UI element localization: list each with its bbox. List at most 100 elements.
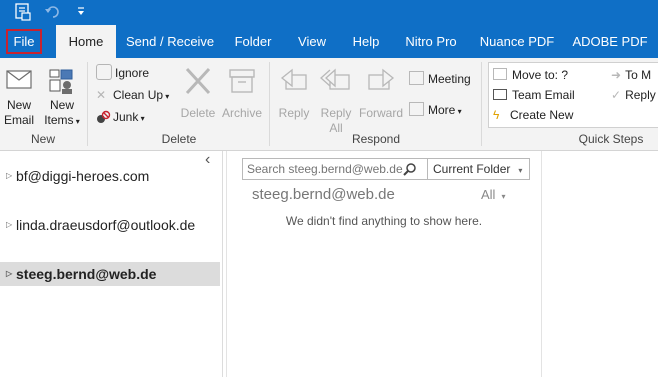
clean-up-icon: ✕ xyxy=(96,88,107,102)
dropdown-arrow-icon: ▾ xyxy=(501,192,506,201)
dropdown-arrow-icon: ▾ xyxy=(138,114,145,123)
new-items-label-2: Items ▾ xyxy=(42,113,82,129)
quick-step-team-email[interactable]: Team Email xyxy=(493,87,575,103)
new-email-button[interactable]: New Email xyxy=(2,66,36,132)
delete-label: Delete xyxy=(180,106,216,120)
account-item-selected[interactable]: ▷ steeg.bernd@web.de xyxy=(0,262,220,286)
expand-arrow-icon[interactable]: ▷ xyxy=(6,213,12,237)
tab-help[interactable]: Help xyxy=(346,25,386,58)
new-items-label-text: Items xyxy=(44,113,74,127)
forward-icon xyxy=(368,68,395,90)
clean-up-label: Clean Up xyxy=(113,88,164,102)
new-email-label-2: Email xyxy=(3,113,34,127)
reply-delete-icon: ✓ xyxy=(611,88,622,102)
reply-icon xyxy=(280,68,307,90)
forward-button[interactable]: Forward xyxy=(358,66,404,132)
search-icon[interactable] xyxy=(403,162,417,176)
ignore-label: Ignore xyxy=(115,66,150,80)
quick-step-to-manager[interactable]: ➜ To M xyxy=(611,67,651,83)
expand-arrow-icon[interactable]: ▷ xyxy=(6,262,12,286)
account-item[interactable]: ▷ linda.draeusdorf@outlook.de xyxy=(0,213,220,237)
filter-label: All xyxy=(481,187,496,202)
reply-button[interactable]: Reply xyxy=(276,66,312,132)
dropdown-arrow-icon: ▾ xyxy=(73,117,80,126)
group-label-delete: Delete xyxy=(161,132,197,146)
tab-adobe-pdf[interactable]: ADOBE PDF xyxy=(572,25,648,58)
undo-icon[interactable] xyxy=(44,4,60,20)
tab-nuance-pdf[interactable]: Nuance PDF xyxy=(478,25,556,58)
reply-all-icon xyxy=(320,68,350,90)
tab-view[interactable]: View xyxy=(292,25,332,58)
team-email-label: Team Email xyxy=(512,88,575,102)
new-items-button[interactable]: New Items ▾ xyxy=(42,66,82,132)
move-to-icon xyxy=(493,68,507,80)
new-items-icon xyxy=(49,69,73,94)
forward-label: Forward xyxy=(358,106,403,120)
more-label: More xyxy=(428,103,456,117)
tab-folder[interactable]: Folder xyxy=(229,25,277,58)
group-separator xyxy=(269,62,270,146)
account-name: linda.draeusdorf@outlook.de xyxy=(16,217,196,233)
new-items-label-1: New xyxy=(49,98,74,112)
empty-list-message: We didn't find anything to show here. xyxy=(285,214,483,228)
to-manager-label: To M xyxy=(625,68,652,82)
folder-title: steeg.bernd@web.de xyxy=(252,186,395,203)
account-name: steeg.bernd@web.de xyxy=(16,266,157,282)
tab-file[interactable]: File xyxy=(2,25,46,58)
customize-toolbar-icon[interactable] xyxy=(76,6,86,18)
new-email-label-1: New xyxy=(6,98,31,112)
dropdown-arrow-icon: ▾ xyxy=(518,166,523,175)
filter-dropdown[interactable]: All ▾ xyxy=(481,187,505,202)
title-bar xyxy=(0,0,658,25)
app-quick-icon[interactable] xyxy=(14,3,32,21)
tab-nitro-pro[interactable]: Nitro Pro xyxy=(401,25,461,58)
search-scope-label: Current Folder xyxy=(433,162,511,176)
reply-label: Reply xyxy=(278,106,310,120)
search-input[interactable] xyxy=(243,159,407,179)
search-divider xyxy=(427,159,428,179)
delete-button[interactable]: Delete xyxy=(178,66,218,132)
dropdown-arrow-icon: ▾ xyxy=(455,107,462,116)
delete-icon xyxy=(185,67,211,95)
move-to-label: Move to: ? xyxy=(512,68,569,82)
account-item[interactable]: ▷ bf@diggi-heroes.com xyxy=(0,164,220,188)
group-label-quick-steps: Quick Steps xyxy=(578,132,644,146)
tab-send-receive[interactable]: Send / Receive xyxy=(126,25,214,58)
clean-up-button[interactable]: ✕ Clean Up ▾ xyxy=(96,87,169,105)
archive-button[interactable]: Archive xyxy=(220,66,264,132)
tab-home[interactable]: Home xyxy=(56,25,116,58)
meeting-icon xyxy=(409,71,424,85)
expand-arrow-icon[interactable]: ▷ xyxy=(6,164,12,188)
junk-button[interactable]: Junk ▾ xyxy=(96,109,145,127)
team-email-icon xyxy=(493,89,507,100)
quick-steps-gallery: Move to: ? Team Email ϟ Create New ➜ To M … xyxy=(488,62,658,128)
reply-all-button[interactable]: Reply All xyxy=(316,66,356,135)
archive-label: Archive xyxy=(221,106,262,120)
reply-all-label-1: Reply xyxy=(320,106,352,120)
group-separator xyxy=(481,62,482,146)
group-separator xyxy=(87,62,88,146)
lightning-icon: ϟ xyxy=(493,108,500,122)
new-email-icon xyxy=(6,70,32,89)
ignore-icon xyxy=(96,64,112,80)
quick-step-reply-delete[interactable]: ✓ Reply xyxy=(611,87,656,103)
dropdown-arrow-icon: ▾ xyxy=(163,92,170,101)
meeting-button[interactable]: Meeting xyxy=(409,71,471,87)
quick-step-create-new[interactable]: ϟ Create New xyxy=(493,107,573,123)
folder-pane: ‹ ▷ bf@diggi-heroes.com ▷ linda.draeusdo… xyxy=(0,151,223,377)
create-new-label: Create New xyxy=(510,108,574,122)
reply-delete-label: Reply xyxy=(625,88,656,102)
message-list: Current Folder▾ steeg.bernd@web.de All▾ … xyxy=(226,151,542,377)
more-icon xyxy=(409,102,424,116)
quick-step-move-to[interactable]: Move to: ? xyxy=(493,67,568,83)
more-respond-button[interactable]: More ▾ xyxy=(409,102,462,120)
ribbon-tab-bar: File Home Send / Receive Folder View Hel… xyxy=(0,25,658,58)
group-label-respond: Respond xyxy=(351,132,401,146)
search-scope-dropdown[interactable]: Current Folder ▾ xyxy=(433,159,522,179)
meeting-label: Meeting xyxy=(428,72,471,86)
archive-icon xyxy=(229,69,255,93)
to-manager-icon: ➜ xyxy=(611,68,622,82)
account-name: bf@diggi-heroes.com xyxy=(16,168,150,184)
search-box: Current Folder ▾ xyxy=(242,158,530,180)
ignore-button[interactable]: Ignore xyxy=(96,64,149,81)
